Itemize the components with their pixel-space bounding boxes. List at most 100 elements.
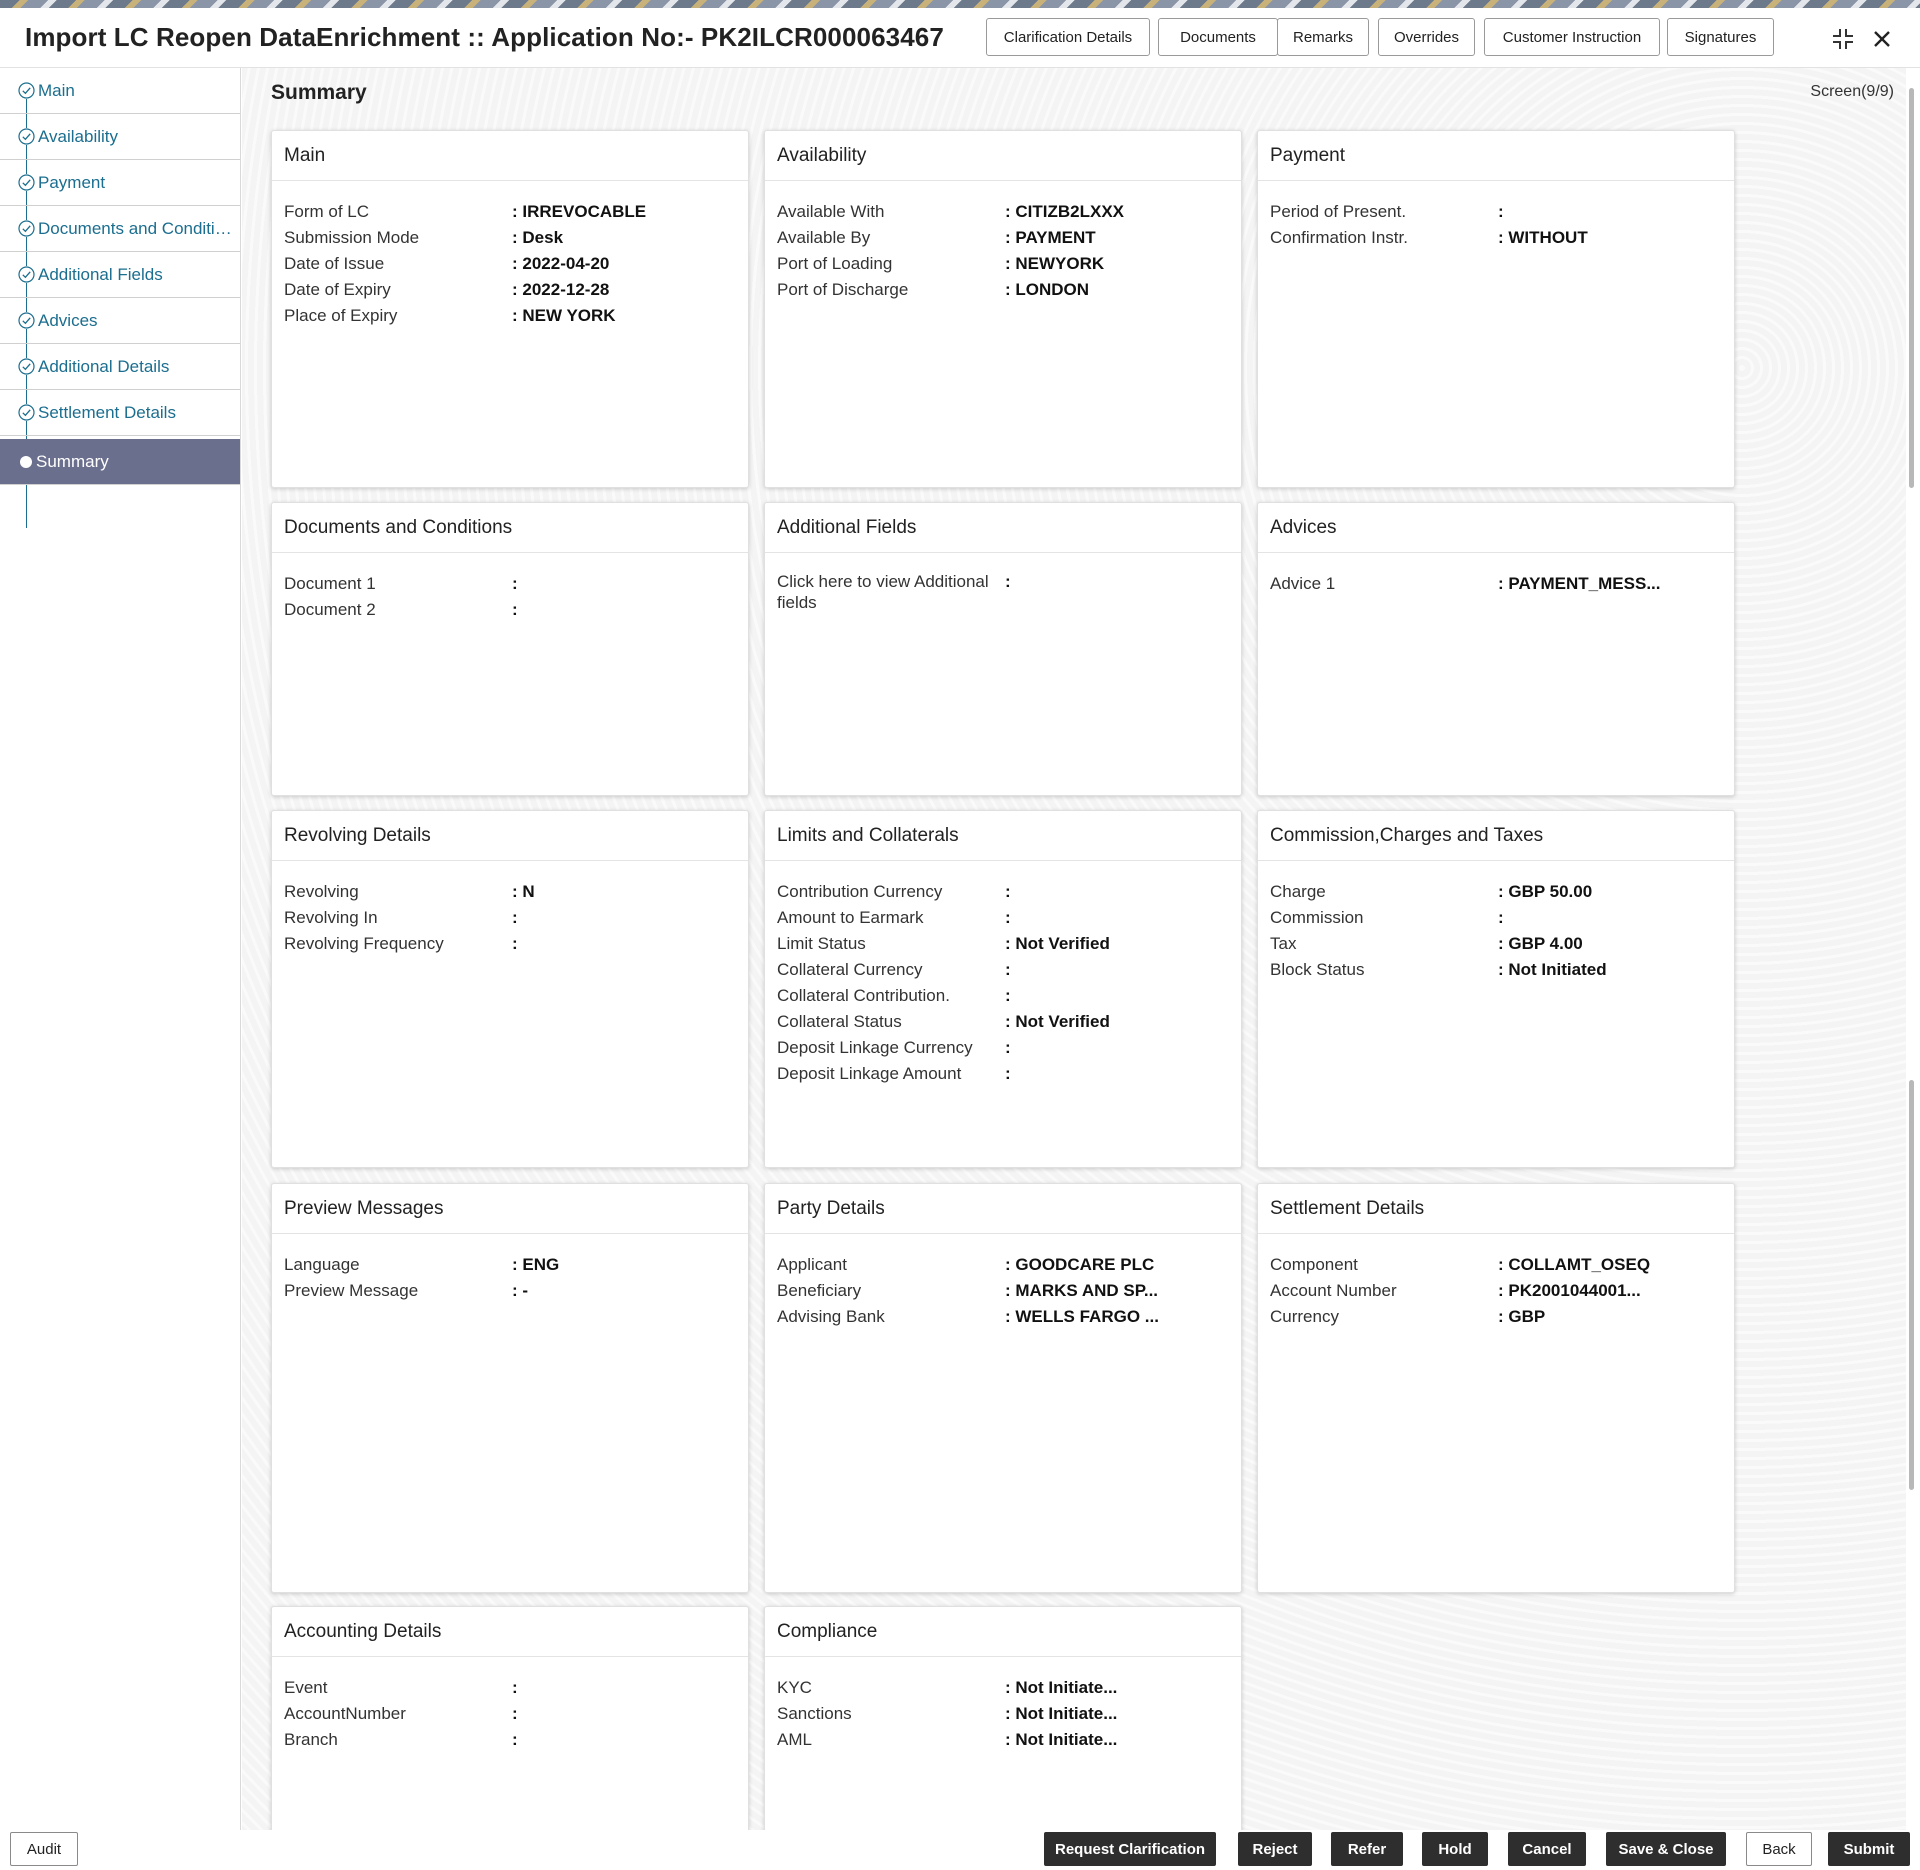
field-label: Limit Status [777, 931, 1005, 957]
additional-fields-summary-card[interactable]: Additional Fields Click here to view Add… [764, 502, 1242, 796]
field-value: WELLS FARGO ... [1005, 1304, 1159, 1330]
field-label: Tax [1270, 931, 1498, 957]
field-value: NEWYORK [1005, 251, 1104, 277]
field-value: LONDON [1005, 277, 1089, 303]
sidebar-item-additional-details[interactable]: Additional Details [0, 344, 240, 390]
clarification-details-button[interactable]: Clarification Details [986, 18, 1150, 56]
field-row: Form of LCIRREVOCABLE [284, 199, 736, 225]
field-label: Sanctions [777, 1701, 1005, 1727]
collapse-arrows-icon[interactable] [1830, 26, 1856, 52]
sidebar-item-summary[interactable]: Summary [0, 439, 240, 485]
field-label: Submission Mode [284, 225, 512, 251]
field-row: Revolving Frequency [284, 931, 736, 957]
field-row: Click here to view Additional fields [777, 571, 1229, 613]
card-title: Commission,Charges and Taxes [1258, 811, 1734, 861]
field-value [1005, 1035, 1011, 1061]
field-label: Form of LC [284, 199, 512, 225]
additional-fields-link[interactable]: Click here to view Additional fields [777, 571, 1005, 613]
field-value [512, 1727, 518, 1753]
field-label: Collateral Status [777, 1009, 1005, 1035]
party-details-summary-card[interactable]: Party Details ApplicantGOODCARE PLC Bene… [764, 1183, 1242, 1593]
field-label: Component [1270, 1252, 1498, 1278]
field-label: Date of Issue [284, 251, 512, 277]
field-row: Collateral StatusNot Verified [777, 1009, 1229, 1035]
remarks-button[interactable]: Remarks [1277, 18, 1369, 56]
accounting-details-summary-card[interactable]: Accounting Details Event AccountNumber B… [271, 1606, 749, 1846]
card-title: Compliance [765, 1607, 1241, 1657]
payment-summary-card[interactable]: Payment Period of Present. Confirmation … [1257, 130, 1735, 488]
field-row: LanguageENG [284, 1252, 736, 1278]
availability-summary-card[interactable]: Availability Available WithCITIZB2LXXX A… [764, 130, 1242, 488]
field-row: ChargeGBP 50.00 [1270, 879, 1722, 905]
field-label: AccountNumber [284, 1701, 512, 1727]
reject-button[interactable]: Reject [1238, 1832, 1312, 1866]
sidebar-item-label: Main [38, 81, 75, 101]
field-row: Collateral Currency [777, 957, 1229, 983]
sidebar-item-additional-fields[interactable]: Additional Fields [0, 252, 240, 298]
overrides-button[interactable]: Overrides [1378, 18, 1475, 56]
sidebar-item-label: Additional Fields [38, 265, 163, 285]
summary-content-area: Summary Screen(9/9) Main Form of LCIRREV… [242, 68, 1906, 1830]
field-label: Collateral Currency [777, 957, 1005, 983]
audit-button[interactable]: Audit [10, 1832, 78, 1866]
card-title: Payment [1258, 131, 1734, 181]
field-value: PAYMENT [1005, 225, 1096, 251]
sidebar-item-settlement-details[interactable]: Settlement Details [0, 390, 240, 436]
field-label: Preview Message [284, 1278, 512, 1304]
field-row: SanctionsNot Initiate... [777, 1701, 1229, 1727]
field-row: Contribution Currency [777, 879, 1229, 905]
advices-summary-card[interactable]: Advices Advice 1PAYMENT_MESS... [1257, 502, 1735, 796]
hold-button[interactable]: Hold [1422, 1832, 1488, 1866]
signatures-button[interactable]: Signatures [1667, 18, 1774, 56]
scrollbar-thumb[interactable] [1909, 88, 1914, 488]
documents-and-conditions-summary-card[interactable]: Documents and Conditions Document 1 Docu… [271, 502, 749, 796]
sidebar-item-advices[interactable]: Advices [0, 298, 240, 344]
field-label: Deposit Linkage Amount [777, 1061, 1005, 1087]
field-label: Place of Expiry [284, 303, 512, 329]
page-title: Summary [271, 81, 367, 105]
field-value [1005, 879, 1011, 905]
field-label: Language [284, 1252, 512, 1278]
card-title: Settlement Details [1258, 1184, 1734, 1234]
field-label: Document 2 [284, 597, 512, 623]
card-title: Preview Messages [272, 1184, 748, 1234]
sidebar-item-availability[interactable]: Availability [0, 114, 240, 160]
limits-and-collaterals-summary-card[interactable]: Limits and Collaterals Contribution Curr… [764, 810, 1242, 1168]
save-and-close-button[interactable]: Save & Close [1606, 1832, 1726, 1866]
documents-button[interactable]: Documents [1158, 18, 1278, 56]
check-circle-icon [18, 220, 35, 237]
field-row: Advising BankWELLS FARGO ... [777, 1304, 1229, 1330]
field-label: Account Number [1270, 1278, 1498, 1304]
sidebar-item-payment[interactable]: Payment [0, 160, 240, 206]
field-value [512, 597, 518, 623]
field-value: PK2001044001... [1498, 1278, 1641, 1304]
vertical-scrollbar[interactable] [1906, 68, 1920, 1830]
cancel-button[interactable]: Cancel [1508, 1832, 1586, 1866]
commission-charges-taxes-summary-card[interactable]: Commission,Charges and Taxes ChargeGBP 5… [1257, 810, 1735, 1168]
field-value: Desk [512, 225, 563, 251]
field-value: GBP 50.00 [1498, 879, 1592, 905]
field-row: Collateral Contribution. [777, 983, 1229, 1009]
field-label: KYC [777, 1675, 1005, 1701]
request-clarification-button[interactable]: Request Clarification [1044, 1832, 1216, 1866]
field-row: Deposit Linkage Currency [777, 1035, 1229, 1061]
sidebar-item-label: Settlement Details [38, 403, 176, 423]
refer-button[interactable]: Refer [1331, 1832, 1403, 1866]
sidebar-item-documents-and-conditions[interactable]: Documents and Conditions [0, 206, 240, 252]
main-summary-card[interactable]: Main Form of LCIRREVOCABLE Submission Mo… [271, 130, 749, 488]
field-value [512, 905, 518, 931]
field-value: Not Initiate... [1005, 1727, 1117, 1753]
sidebar-item-main[interactable]: Main [0, 68, 240, 114]
customer-instruction-button[interactable]: Customer Instruction [1484, 18, 1660, 56]
close-icon[interactable] [1869, 26, 1895, 52]
scrollbar-thumb[interactable] [1909, 1080, 1914, 1490]
preview-messages-summary-card[interactable]: Preview Messages LanguageENG Preview Mes… [271, 1183, 749, 1593]
field-value [1498, 199, 1504, 225]
compliance-summary-card[interactable]: Compliance KYCNot Initiate... SanctionsN… [764, 1606, 1242, 1846]
field-value [1005, 957, 1011, 983]
back-button[interactable]: Back [1746, 1832, 1812, 1866]
settlement-details-summary-card[interactable]: Settlement Details ComponentCOLLAMT_OSEQ… [1257, 1183, 1735, 1593]
field-value [1005, 571, 1011, 613]
revolving-details-summary-card[interactable]: Revolving Details RevolvingN Revolving I… [271, 810, 749, 1168]
submit-button[interactable]: Submit [1828, 1832, 1910, 1866]
